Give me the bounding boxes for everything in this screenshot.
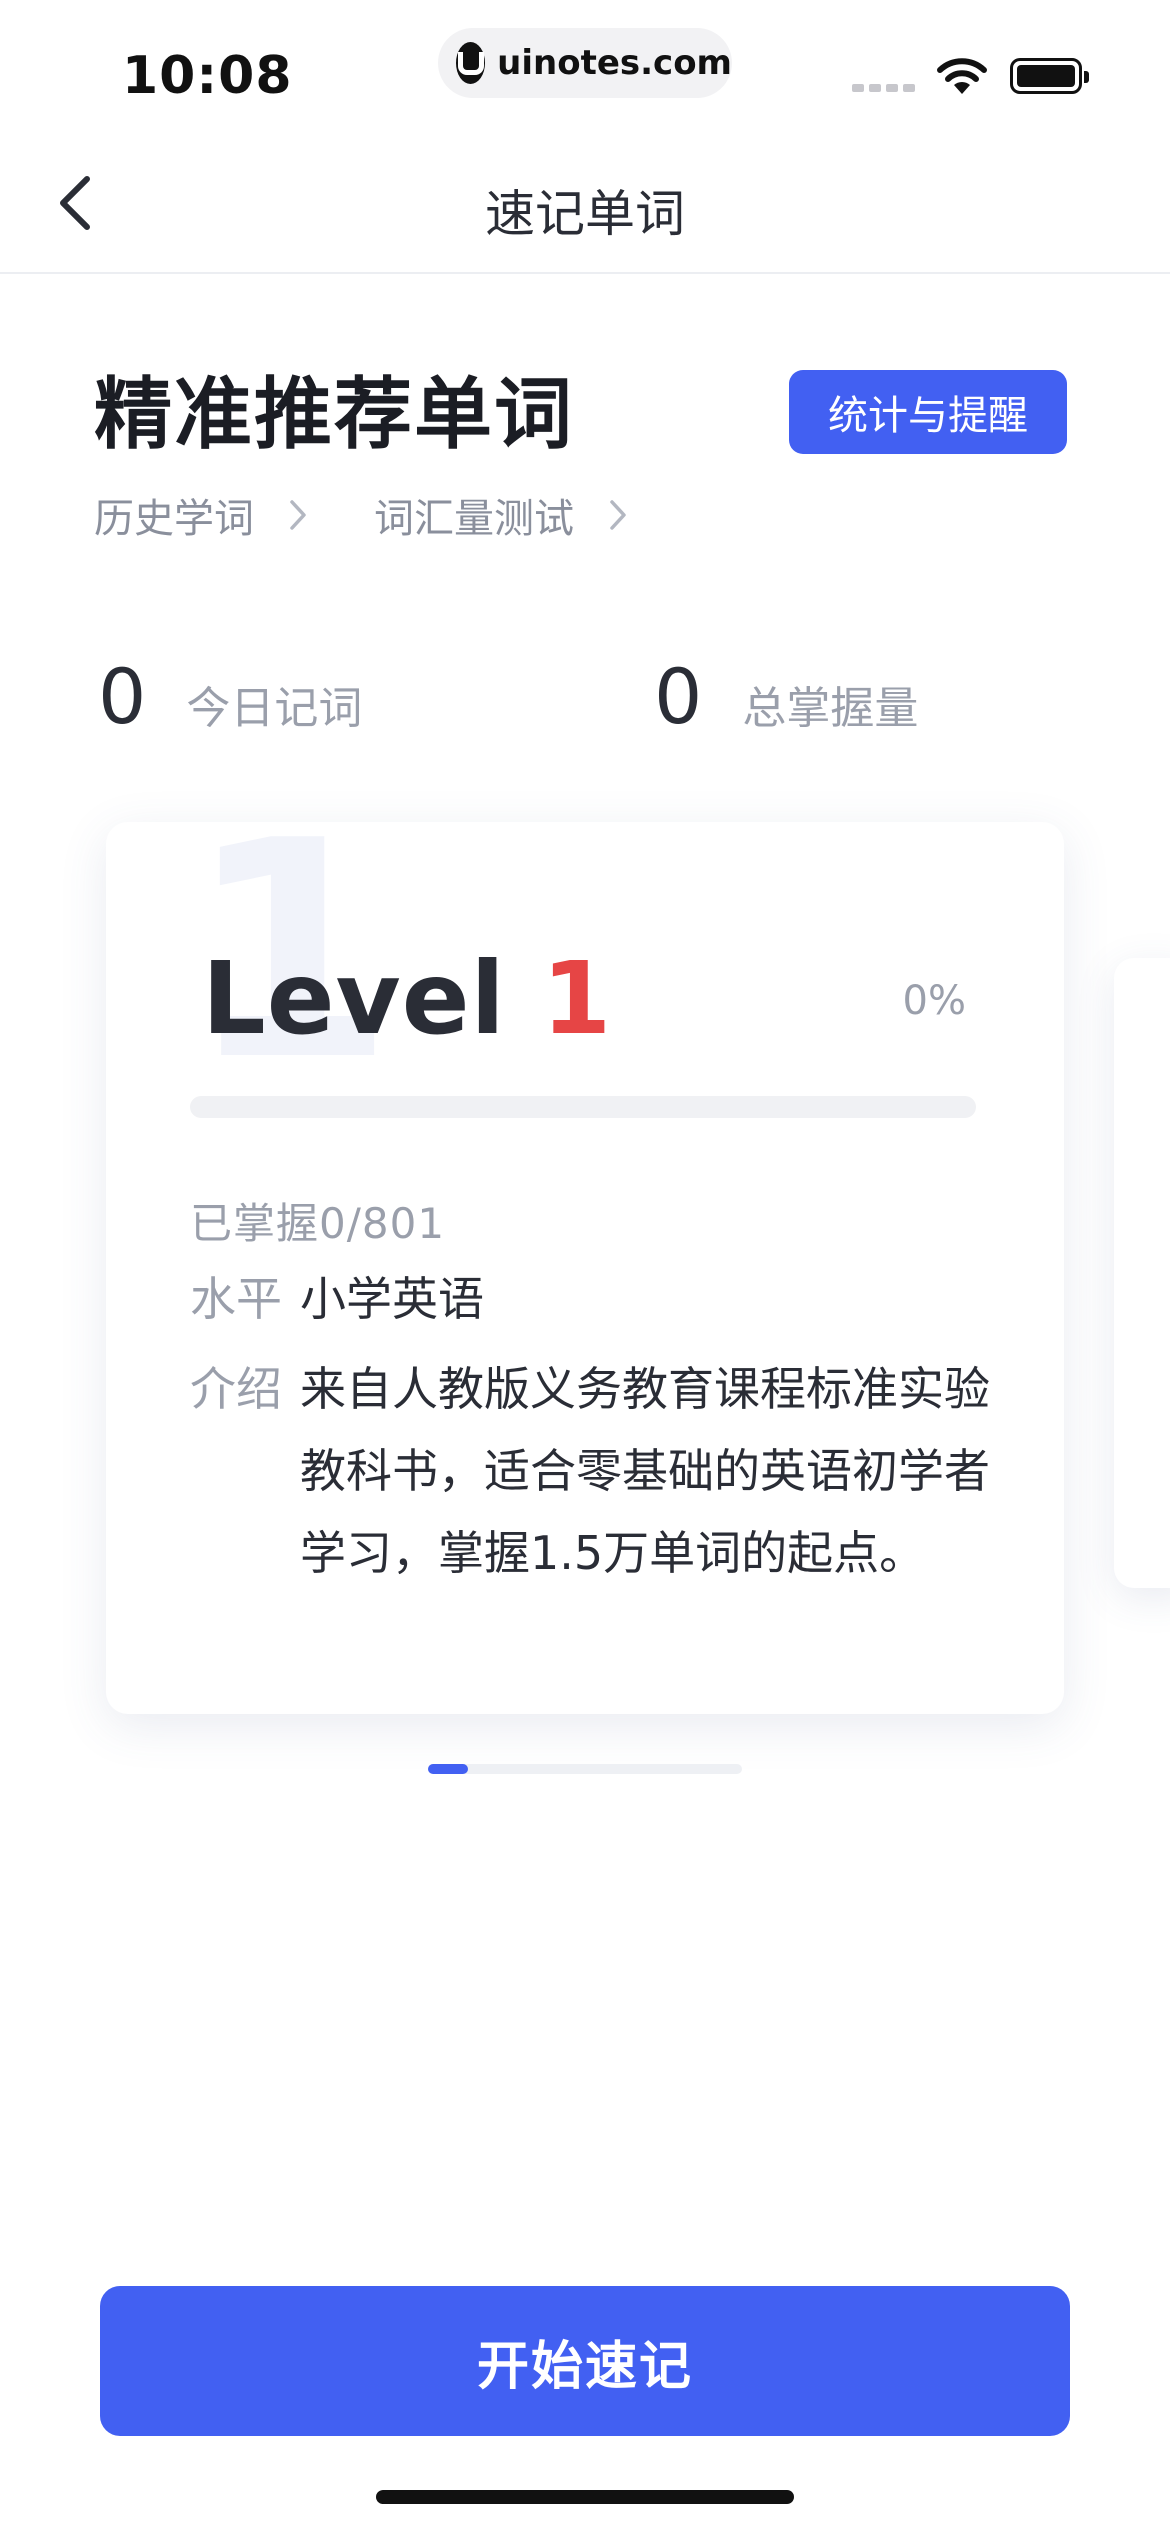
- screen: 10:08 uinotes.com 速记单词 精准推荐单词 统计与提醒 历史学词…: [0, 0, 1170, 2532]
- history-words-link[interactable]: 历史学词: [94, 486, 318, 544]
- page-title: 速记单词: [485, 185, 685, 243]
- vocab-test-link[interactable]: 词汇量测试: [374, 486, 638, 544]
- url-pill[interactable]: uinotes.com: [438, 28, 732, 98]
- today-words-value: 0: [98, 652, 147, 741]
- level-number: 1: [541, 940, 613, 1057]
- today-words-counter: 0 今日记词: [98, 652, 362, 741]
- level-word: Level: [202, 940, 506, 1057]
- level-card[interactable]: 1 Level 1 0% 已掌握0/801 水平 小学英语 介绍 来自人教版义务…: [106, 822, 1064, 1714]
- wifi-icon: [937, 58, 987, 94]
- level-progress-bar: [190, 1096, 976, 1118]
- total-mastered-label: 总掌握量: [742, 683, 919, 734]
- pager-active-indicator: [428, 1764, 468, 1774]
- intro-value: 来自人教版义务教育课程标准实验教科书，适合零基础的英语初学者学习，掌握1.5万单…: [300, 1362, 990, 1580]
- home-indicator: [376, 2490, 794, 2504]
- chevron-right-icon: [278, 495, 318, 535]
- status-time: 10:08: [122, 46, 293, 106]
- next-level-card[interactable]: [1114, 958, 1170, 1588]
- section-title: 精准推荐单词: [94, 370, 575, 460]
- quick-links: 历史学词 词汇量测试: [94, 486, 638, 544]
- history-words-label: 历史学词: [94, 496, 254, 542]
- intro-key: 介绍: [190, 1362, 282, 1416]
- level-row: 水平 小学英语: [190, 1258, 990, 1340]
- mastered-count: 已掌握0/801: [190, 1199, 446, 1248]
- cellular-signal-icon: [852, 84, 915, 92]
- url-text: uinotes.com: [497, 43, 732, 83]
- total-mastered-value: 0: [654, 652, 703, 741]
- stats-reminder-button[interactable]: 统计与提醒: [789, 370, 1067, 454]
- vocab-test-label: 词汇量测试: [374, 496, 574, 542]
- intro-row: 介绍 来自人教版义务教育课程标准实验教科书，适合零基础的英语初学者学习，掌握1.…: [190, 1348, 990, 1594]
- level-title: Level 1: [202, 940, 612, 1057]
- site-logo-icon: [456, 42, 486, 84]
- start-memorize-button[interactable]: 开始速记: [100, 2286, 1070, 2436]
- today-words-label: 今日记词: [186, 683, 363, 734]
- battery-icon: [1010, 58, 1089, 94]
- card-pager: [428, 1764, 742, 1774]
- nav-bar: 速记单词: [0, 140, 1170, 274]
- total-mastered-counter: 0 总掌握量: [654, 652, 918, 741]
- level-percent: 0%: [902, 978, 966, 1024]
- level-value: 小学英语: [300, 1272, 484, 1326]
- level-key: 水平: [190, 1272, 282, 1326]
- chevron-right-icon: [598, 495, 638, 535]
